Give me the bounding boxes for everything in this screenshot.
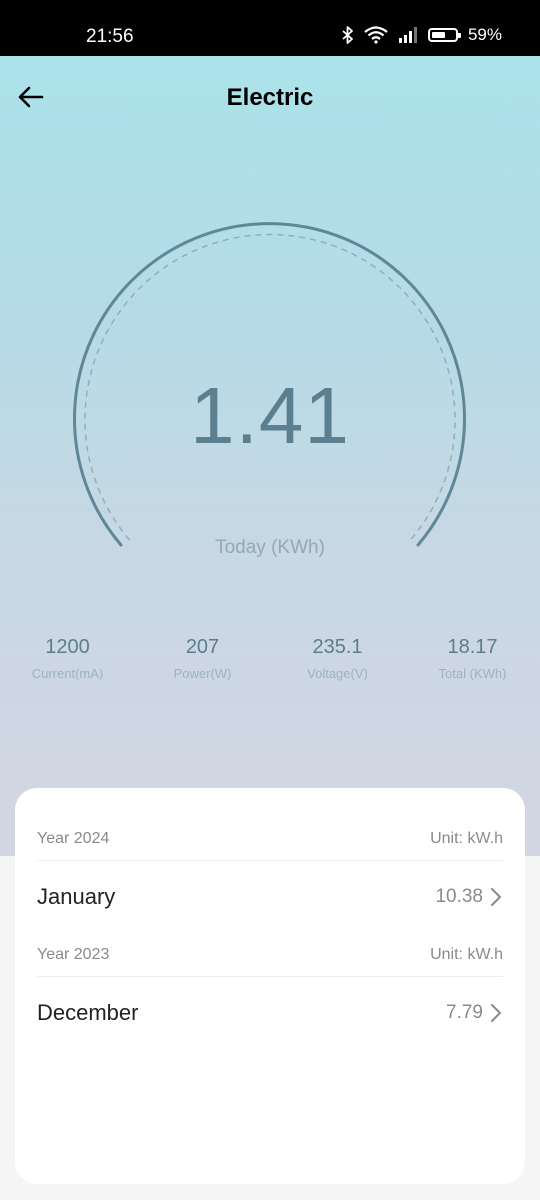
chevron-right-icon bbox=[491, 1004, 501, 1022]
signal-icon bbox=[398, 27, 417, 43]
stat-label: Total (KWh) bbox=[438, 666, 507, 681]
gauge-label: Today (KWh) bbox=[215, 537, 325, 558]
gauge-value: 1.41 bbox=[190, 371, 350, 460]
month-row-december[interactable]: December 7.79 bbox=[37, 984, 503, 1040]
month-row-january[interactable]: January 10.38 bbox=[37, 868, 503, 924]
stat-label: Current(mA) bbox=[31, 666, 104, 681]
page-title: Electric bbox=[226, 84, 314, 111]
stat-current: 1200 Current(mA) bbox=[0, 636, 135, 681]
stat-value: 18.17 bbox=[447, 636, 498, 658]
month-label: January bbox=[37, 884, 116, 909]
battery-percent: 59% bbox=[467, 25, 502, 44]
stats-row: 1200 Current(mA) 207 Power(W) 235.1 Volt… bbox=[0, 636, 540, 696]
year-label: Year 2023 bbox=[37, 946, 110, 963]
stat-value: 207 bbox=[185, 636, 220, 658]
year-header: Year 2024 Unit: kW.h bbox=[37, 830, 503, 861]
unit-label: Unit: kW.h bbox=[430, 830, 503, 847]
stat-label: Voltage(V) bbox=[307, 666, 368, 681]
status-bar: 21:56 59% bbox=[0, 0, 540, 56]
month-label: December bbox=[37, 1000, 139, 1025]
battery-icon bbox=[427, 28, 461, 42]
stat-voltage: 235.1 Voltage(V) bbox=[270, 636, 405, 681]
stat-value: 1200 bbox=[45, 636, 90, 658]
stat-total: 18.17 Total (KWh) bbox=[405, 636, 540, 681]
bluetooth-icon bbox=[342, 26, 353, 44]
status-icons: 59% bbox=[342, 25, 502, 45]
month-value: 7.79 bbox=[446, 1002, 483, 1023]
status-time: 21:56 bbox=[86, 26, 134, 47]
chevron-right-icon bbox=[491, 888, 501, 906]
unit-label: Unit: kW.h bbox=[430, 946, 503, 963]
year-header: Year 2023 Unit: kW.h bbox=[37, 946, 503, 977]
header: Electric bbox=[0, 56, 540, 140]
wifi-icon bbox=[364, 26, 388, 44]
month-value: 10.38 bbox=[435, 886, 483, 907]
stat-label: Power(W) bbox=[173, 666, 232, 681]
history-card: Year 2024 Unit: kW.h January 10.38 Year … bbox=[15, 788, 525, 1184]
year-label: Year 2024 bbox=[37, 830, 110, 847]
stat-value: 235.1 bbox=[312, 636, 363, 658]
stat-power: 207 Power(W) bbox=[135, 636, 270, 681]
